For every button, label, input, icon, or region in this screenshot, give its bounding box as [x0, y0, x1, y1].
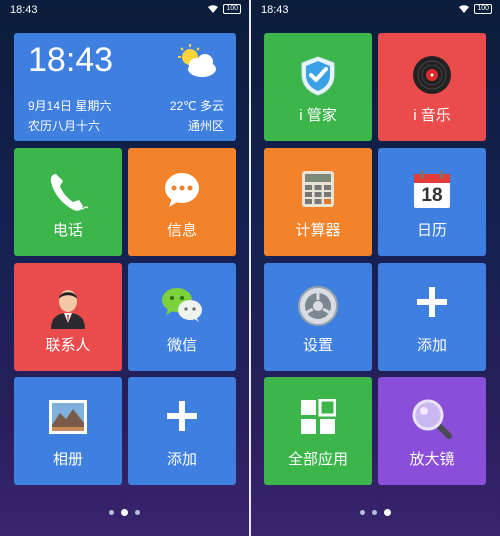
wifi-icon [459, 4, 470, 13]
page-dot[interactable] [360, 510, 365, 515]
all-apps-label: 全部应用 [287, 451, 348, 468]
plus-icon [167, 401, 197, 431]
phone-label: 电话 [52, 222, 83, 239]
app-grid-icon [301, 399, 336, 434]
calendar-label: 日历 [416, 222, 447, 239]
page-dot-active[interactable] [121, 509, 128, 516]
contacts-label: 联系人 [45, 337, 91, 354]
home-screen-page-2: 18:43 100 18:43 9月14日 星期六 农历八月十六 22℃ 多云 … [0, 0, 249, 536]
message-bubble-icon [165, 173, 199, 207]
status-time: 18:43 [261, 4, 289, 16]
phone-handset-icon [50, 174, 89, 211]
page-indicator-left [0, 509, 249, 516]
page-dot[interactable] [372, 510, 377, 515]
settings-label: 设置 [302, 337, 333, 354]
battery-icon: 100 [223, 4, 241, 14]
status-bar: 18:43 100 [251, 0, 500, 22]
gallery-tile[interactable]: 相册 [14, 377, 122, 485]
widget-lunar-date: 农历八月十六 [28, 119, 101, 133]
i-manager-tile[interactable]: i 管家 [264, 33, 372, 141]
magnifier-label: 放大镜 [409, 451, 455, 468]
i-manager-label: i 管家 [299, 107, 337, 124]
cloudy-sun-icon [178, 44, 216, 77]
i-music-tile[interactable]: i 音乐 [378, 33, 486, 141]
vinyl-record-icon [413, 56, 451, 94]
messages-tile[interactable]: 信息 [128, 148, 236, 256]
page-indicator-right [251, 509, 500, 516]
contacts-tile[interactable]: 联系人 [14, 263, 122, 371]
wifi-icon [208, 4, 219, 13]
settings-tile[interactable]: 设置 [264, 263, 372, 371]
calculator-label: 计算器 [295, 222, 341, 239]
phone-tile[interactable]: 电话 [14, 148, 122, 256]
calendar-tile[interactable]: 18 日历 [378, 148, 486, 256]
widget-clock: 18:43 [28, 41, 114, 79]
widget-location: 通州区 [187, 119, 224, 133]
widget-date: 9月14日 星期六 [28, 99, 112, 113]
page-dot[interactable] [135, 510, 140, 515]
wechat-tile[interactable]: 微信 [128, 263, 236, 371]
add-label-left: 添加 [166, 451, 197, 468]
shield-check-icon [301, 56, 335, 96]
plus-icon [417, 287, 447, 317]
widget-temperature: 22℃ 多云 [169, 99, 224, 113]
home-screen-page-3: 18:43 100 i 管家 i 音乐 计算器 18 日历 设置 添加 全部应用… [251, 0, 500, 536]
page-dot-active[interactable] [384, 509, 391, 516]
calendar-day-number: 18 [421, 185, 443, 206]
wechat-label: 微信 [166, 337, 197, 354]
all-apps-tile[interactable]: 全部应用 [264, 377, 372, 485]
status-icons: 100 [207, 4, 241, 14]
contact-person-icon [51, 290, 85, 329]
add-tile-right[interactable]: 添加 [378, 263, 486, 371]
gear-icon [298, 286, 338, 326]
status-time: 18:43 [10, 4, 38, 16]
status-icons: 100 [458, 4, 492, 14]
add-label-right: 添加 [416, 337, 447, 354]
add-tile-left[interactable]: 添加 [128, 377, 236, 485]
i-music-label: i 音乐 [413, 107, 451, 124]
calculator-tile[interactable]: 计算器 [264, 148, 372, 256]
battery-icon: 100 [474, 4, 492, 14]
weather-clock-widget[interactable]: 18:43 9月14日 星期六 农历八月十六 22℃ 多云 通州区 [14, 33, 236, 141]
photo-album-icon [49, 400, 87, 434]
dual-screenshot: 18:43 100 18:43 9月14日 星期六 农历八月十六 22℃ 多云 … [0, 0, 500, 536]
page-dot[interactable] [109, 510, 114, 515]
calculator-icon [302, 171, 334, 207]
wechat-icon [162, 288, 202, 322]
magnifier-tile[interactable]: 放大镜 [378, 377, 486, 485]
messages-label: 信息 [166, 222, 197, 239]
gallery-label: 相册 [52, 451, 83, 468]
status-bar: 18:43 100 [0, 0, 249, 22]
magnifier-icon [412, 399, 452, 439]
